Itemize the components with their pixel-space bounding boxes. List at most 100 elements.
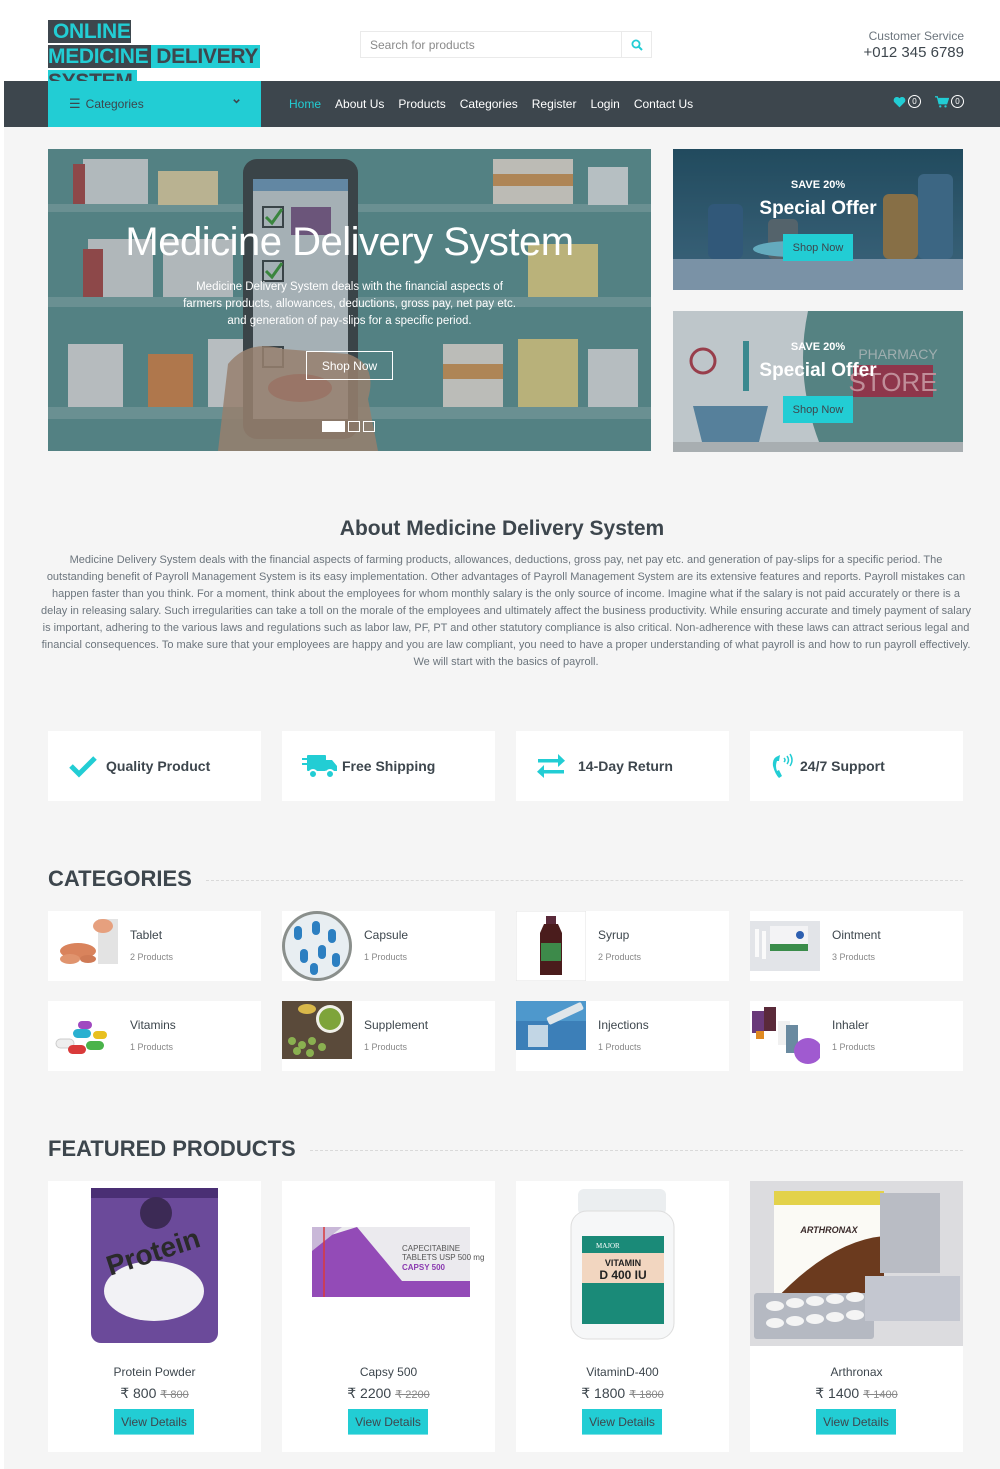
nav-link-login[interactable]: Login: [590, 97, 619, 111]
category-count: 1 Products: [364, 952, 408, 962]
syrup-thumbnail: [516, 911, 586, 981]
category-count: 2 Products: [130, 952, 174, 962]
category-card-ointment[interactable]: Ointment 3 Products: [750, 911, 963, 981]
category-card-tablet[interactable]: Tablet 2 Products: [48, 911, 261, 981]
cart-icon: [935, 95, 949, 108]
categories-section-header: CATEGORIES: [48, 866, 963, 892]
nav-links: Home About Us Products Categories Regist…: [289, 81, 693, 127]
cart-button[interactable]: 0: [935, 95, 964, 108]
current-price: ₹ 2200: [347, 1385, 392, 1401]
category-count: 1 Products: [598, 1042, 642, 1052]
nav-link-home[interactable]: Home: [289, 97, 321, 111]
categories-dropdown-label: Categories: [85, 97, 144, 111]
featured-section-header: FEATURED PRODUCTS: [48, 1136, 963, 1162]
product-name: VitaminD-400: [586, 1365, 659, 1379]
category-count: 1 Products: [832, 1042, 876, 1052]
offer-save-label: SAVE 20%: [790, 341, 846, 353]
check-icon: [69, 756, 97, 778]
category-name: Supplement: [364, 1018, 429, 1032]
category-card-injections[interactable]: Injections 1 Products: [516, 1001, 729, 1071]
chevron-down-icon: [233, 99, 240, 104]
product-card-vitamind-400: VITAMIN D 400 IU MAJOR VitaminD-400 ₹ 1800…: [516, 1181, 729, 1452]
supplement-thumbnail: [282, 1001, 352, 1059]
current-price: ₹ 1800: [581, 1385, 626, 1401]
old-price: ₹ 2200: [395, 1389, 430, 1401]
category-card-capsule[interactable]: Capsule 1 Products: [282, 911, 495, 981]
logo-text-part2: DELIVERY: [151, 45, 261, 68]
carousel-indicator-2[interactable]: [348, 421, 360, 432]
category-card-syrup[interactable]: Syrup 2 Products: [516, 911, 729, 981]
offer-title: Special Offer: [759, 360, 877, 381]
feature-quality-product: Quality Product: [48, 731, 261, 801]
category-name: Syrup: [598, 928, 630, 942]
category-card-supplement[interactable]: Supplement 1 Products: [282, 1001, 495, 1071]
category-name: Ointment: [832, 928, 881, 942]
feature-24-7-support: 24/7 Support: [750, 731, 963, 801]
capsule-thumbnail: [282, 911, 352, 981]
feature-14-day-return: 14-Day Return: [516, 731, 729, 801]
hero-shop-now-button[interactable]: Shop Now: [306, 351, 393, 380]
offer-shop-now-button[interactable]: Shop Now: [783, 396, 853, 423]
category-name: Injections: [598, 1018, 649, 1032]
navbar: ☰ Categories Home About Us Products Cate…: [4, 81, 1000, 127]
nav-link-about-us[interactable]: About Us: [335, 97, 384, 111]
product-name: Protein Powder: [113, 1365, 196, 1379]
categories-title: CATEGORIES: [48, 866, 192, 891]
wishlist-button[interactable]: 0: [893, 95, 921, 108]
search-icon: [631, 39, 643, 51]
category-count: 1 Products: [364, 1042, 408, 1052]
exchange-icon: [537, 754, 565, 778]
customer-service-label: Customer Service: [868, 29, 964, 43]
category-count: 3 Products: [832, 952, 876, 962]
product-price: ₹ 1800 ₹ 1800: [516, 1385, 729, 1402]
category-name: Tablet: [130, 928, 163, 942]
feature-free-shipping: Free Shipping: [282, 731, 495, 801]
product-card-protein-powder: Protein Protein Powder ₹ 800 ₹ 800 View D…: [48, 1181, 261, 1452]
svg-text:MAJOR: MAJOR: [596, 1242, 620, 1250]
old-price: ₹ 800: [160, 1389, 189, 1401]
category-card-inhaler[interactable]: Inhaler 1 Products: [750, 1001, 963, 1071]
old-price: ₹ 1800: [629, 1389, 664, 1401]
carousel-indicator-3[interactable]: [363, 421, 375, 432]
offer-title: Special Offer: [759, 198, 877, 219]
nav-link-contact-us[interactable]: Contact Us: [634, 97, 693, 111]
nav-link-register[interactable]: Register: [532, 97, 577, 111]
nav-link-categories[interactable]: Categories: [460, 97, 518, 111]
customer-service-phone: +012 345 6789: [863, 44, 964, 61]
capsy-500-image: CAPECITABINETABLETS USP 500 mgCAPSY 500: [282, 1181, 495, 1346]
offer-banner-1: SAVE 20% Special Offer Shop Now: [673, 149, 963, 290]
product-name: Arthronax: [830, 1365, 883, 1379]
nav-link-products[interactable]: Products: [398, 97, 445, 111]
svg-text:CAPSY 500: CAPSY 500: [402, 1263, 446, 1272]
heart-icon: [893, 96, 906, 107]
search-box: [360, 31, 652, 58]
product-name: Capsy 500: [359, 1365, 418, 1379]
view-details-button[interactable]: View Details: [582, 1409, 662, 1435]
category-card-vitamins[interactable]: Vitamins 1 Products: [48, 1001, 261, 1071]
view-details-button[interactable]: View Details: [114, 1409, 194, 1435]
search-input[interactable]: [361, 32, 623, 57]
categories-dropdown[interactable]: ☰ Categories: [48, 81, 261, 127]
product-price: ₹ 800 ₹ 800: [48, 1385, 261, 1402]
view-details-button[interactable]: View Details: [816, 1409, 896, 1435]
search-button[interactable]: [621, 32, 651, 57]
svg-text:ARTHRONAX: ARTHRONAX: [799, 1225, 858, 1235]
offer-shop-now-button[interactable]: Shop Now: [783, 234, 853, 261]
category-count: 1 Products: [130, 1042, 174, 1052]
current-price: ₹ 1400: [815, 1385, 860, 1401]
section-divider: [309, 1150, 963, 1151]
carousel-indicator-1[interactable]: [322, 421, 345, 432]
about-text: Medicine Delivery System deals with the …: [41, 554, 971, 668]
product-price: ₹ 1400 ₹ 1400: [750, 1385, 963, 1402]
feature-label: Quality Product: [106, 758, 211, 774]
injections-thumbnail: [516, 1001, 586, 1050]
old-price: ₹ 1400: [863, 1389, 898, 1401]
current-price: ₹ 800: [120, 1385, 157, 1401]
hero-title: Medicine Delivery System: [125, 220, 574, 264]
view-details-button[interactable]: View Details: [348, 1409, 428, 1435]
phone-icon: [772, 753, 793, 778]
protein-powder-image: Protein: [48, 1181, 261, 1346]
svg-text:TABLETS USP 500 mg: TABLETS USP 500 mg: [402, 1253, 484, 1262]
feature-label: 24/7 Support: [800, 758, 885, 774]
cart-count: 0: [951, 95, 964, 108]
